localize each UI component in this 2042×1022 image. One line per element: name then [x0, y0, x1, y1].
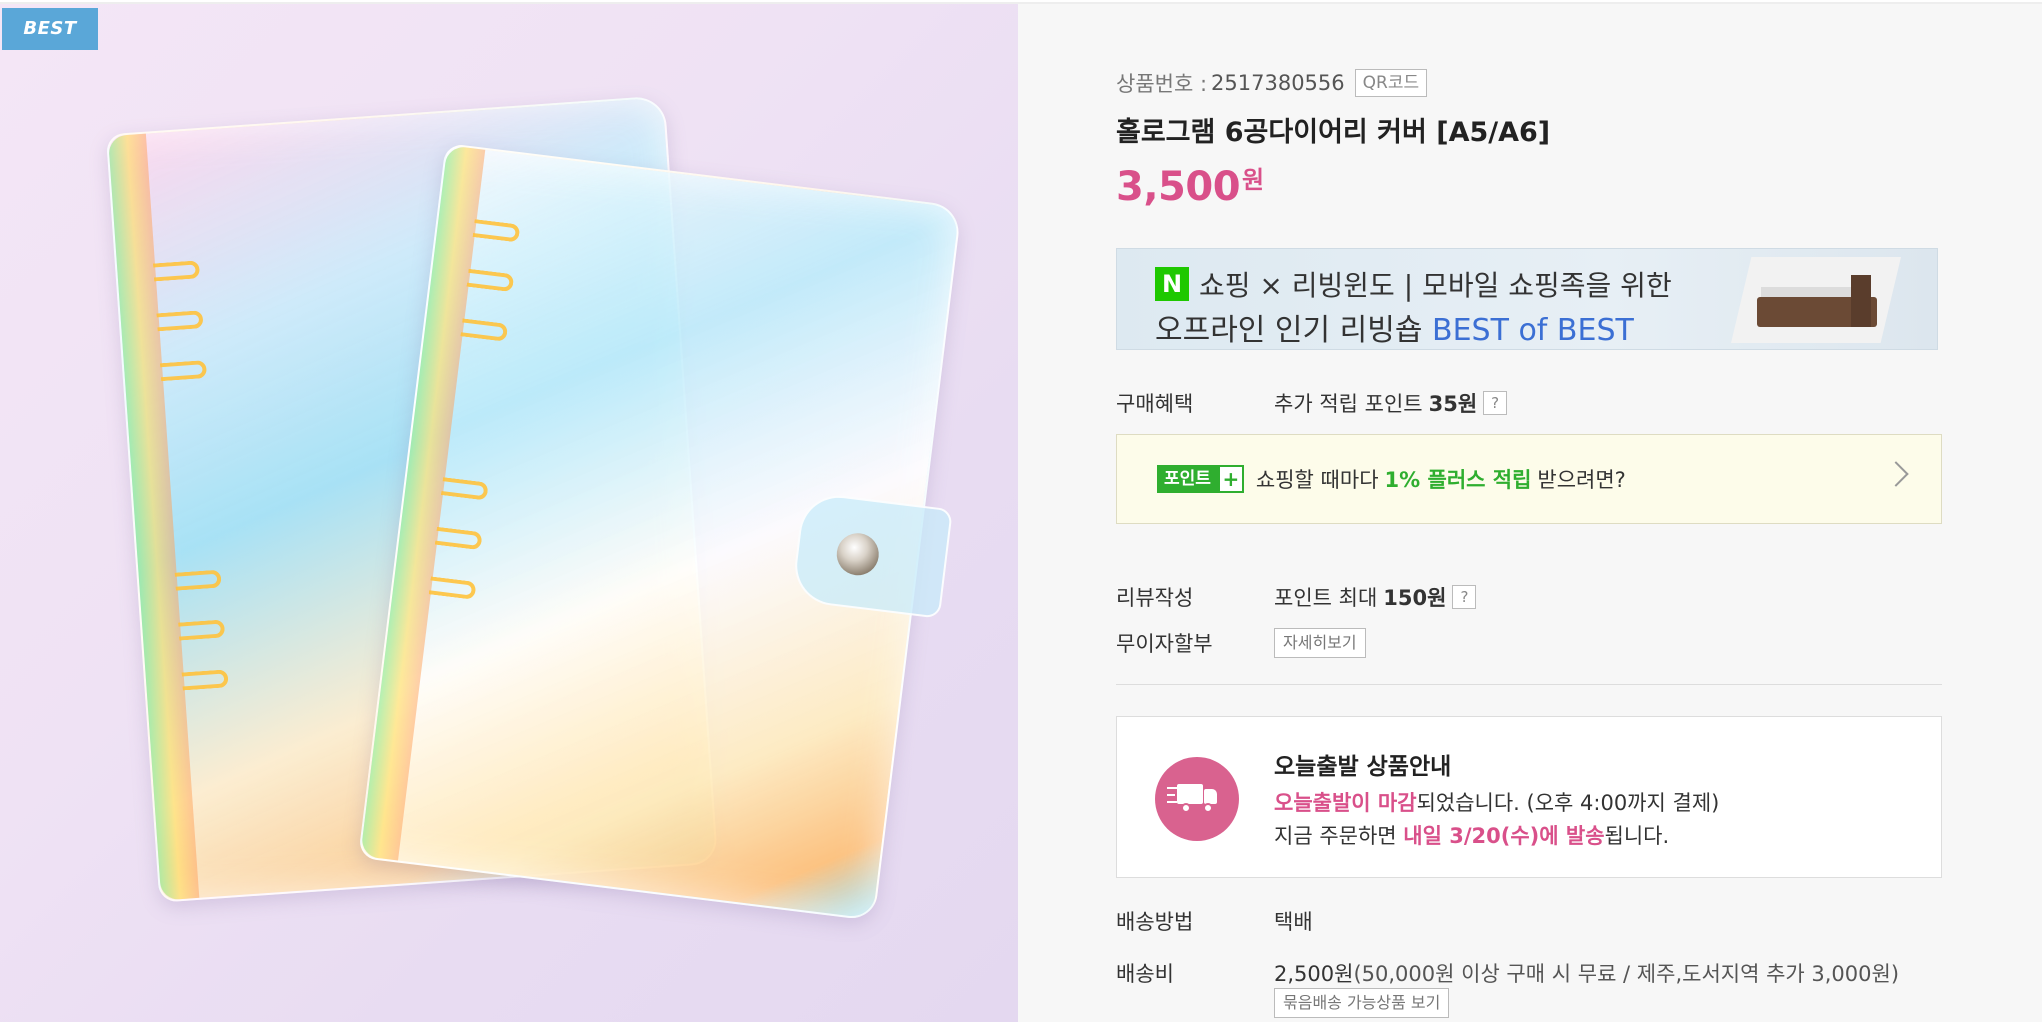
banner-line1: 쇼핑 × 리빙윈도 | 모바일 쇼핑족을 위한: [1199, 269, 1672, 302]
point-promo-highlight: 1% 플러스 적립: [1384, 468, 1532, 492]
delivery-method-row: 배송방법 택배: [1116, 906, 1313, 936]
same-day-shipping-notice: 오늘출발 상품안내 오늘출발이 마감되었습니다. (오후 4:00까지 결제) …: [1116, 716, 1942, 878]
installment-row: 무이자할부 자세히보기: [1116, 628, 1366, 658]
same-day-title: 오늘출발 상품안내: [1274, 754, 1452, 780]
point-plus-badge: 포인트 +: [1157, 465, 1244, 493]
delivery-fee-amount: 2,500원: [1274, 962, 1354, 986]
delivery-fee-note: (50,000원 이상 구매 시 무료 / 제주,도서지역 추가 3,000원): [1353, 962, 1900, 986]
chevron-right-icon: [1883, 461, 1909, 487]
dispatch-after: 됩니다.: [1604, 824, 1670, 848]
same-day-status: 오늘출발이 마감되었습니다. (오후 4:00까지 결제): [1274, 787, 1719, 817]
product-code-value: 2517380556: [1211, 71, 1345, 95]
product-code: 상품번호 : 2517380556 QR코드: [1116, 68, 1428, 98]
benefit-help-button[interactable]: ?: [1483, 391, 1508, 415]
point-promo-text-before: 쇼핑할 때마다: [1255, 468, 1379, 492]
snap-button-icon: [834, 530, 882, 578]
same-day-closed-rest: 되었습니다. (오후 4:00까지 결제): [1416, 791, 1720, 815]
review-reward-label: 리뷰작성: [1116, 586, 1194, 610]
price-unit: 원: [1242, 166, 1265, 194]
review-help-button[interactable]: ?: [1452, 585, 1477, 609]
delivery-fee-row: 배송비 2,500원 (50,000원 이상 구매 시 무료 / 제주,도서지역…: [1116, 958, 1899, 988]
installment-details-button[interactable]: 자세히보기: [1274, 628, 1366, 658]
plus-icon: +: [1217, 465, 1244, 493]
front-binder-illustration: [358, 142, 962, 922]
point-plus-promo[interactable]: 포인트 + 쇼핑할 때마다 1% 플러스 적립 받으려면?: [1116, 434, 1942, 524]
purchase-benefit-text: 추가 적립 포인트: [1274, 392, 1423, 416]
best-badge: BEST: [2, 8, 98, 50]
installment-label: 무이자할부: [1116, 632, 1213, 656]
bundle-row: 묶음배송 가능상품 보기: [1274, 988, 1450, 1018]
purchase-benefit-row: 구매혜택 추가 적립 포인트 35원 ?: [1116, 388, 1508, 418]
price: 3,500원: [1116, 164, 1264, 210]
point-badge-text: 포인트: [1157, 465, 1218, 493]
bundle-products-button[interactable]: 묶음배송 가능상품 보기: [1274, 988, 1450, 1018]
delivery-method-value: 택배: [1274, 910, 1313, 934]
section-divider: [1116, 684, 1942, 685]
product-title: 홀로그램 6공다이어리 커버 [A5/A6]: [1116, 117, 1551, 148]
review-reward-amount: 150원: [1383, 586, 1447, 610]
product-info-panel: 상품번호 : 2517380556 QR코드 홀로그램 6공다이어리 커버 [A…: [1018, 2, 2042, 1022]
purchase-benefit-amount: 35원: [1428, 392, 1478, 416]
banner-line2-highlight: BEST of BEST: [1432, 313, 1634, 348]
point-promo-text-after: 받으려면?: [1537, 468, 1626, 492]
truck-icon: [1155, 757, 1239, 841]
product-code-label: 상품번호 :: [1116, 72, 1208, 96]
purchase-benefit-label: 구매혜택: [1116, 392, 1194, 416]
product-image[interactable]: BEST: [0, 2, 1018, 1022]
dispatch-before: 지금 주문하면: [1274, 824, 1404, 848]
dispatch-date-highlight: 내일 3/20(수)에 발송: [1403, 824, 1605, 848]
snap-clasp: [790, 491, 953, 619]
naver-n-logo-icon: N: [1155, 267, 1189, 301]
delivery-method-label: 배송방법: [1116, 910, 1194, 934]
next-day-dispatch: 지금 주문하면 내일 3/20(수)에 발송됩니다.: [1274, 820, 1669, 850]
living-window-banner[interactable]: N 쇼핑 × 리빙윈도 | 모바일 쇼핑족을 위한 오프라인 인기 리빙숍 BE…: [1116, 248, 1938, 350]
delivery-fee-label: 배송비: [1116, 962, 1174, 986]
review-reward-text: 포인트 최대: [1274, 586, 1378, 610]
price-number: 3,500: [1116, 164, 1241, 210]
bed-photo-icon: [1731, 257, 1901, 343]
banner-line2-prefix: 오프라인 인기 리빙숍: [1155, 313, 1433, 348]
same-day-closed-highlight: 오늘출발이 마감: [1274, 791, 1417, 815]
review-reward-row: 리뷰작성 포인트 최대 150원 ?: [1116, 582, 1477, 612]
qr-code-button[interactable]: QR코드: [1354, 69, 1428, 97]
